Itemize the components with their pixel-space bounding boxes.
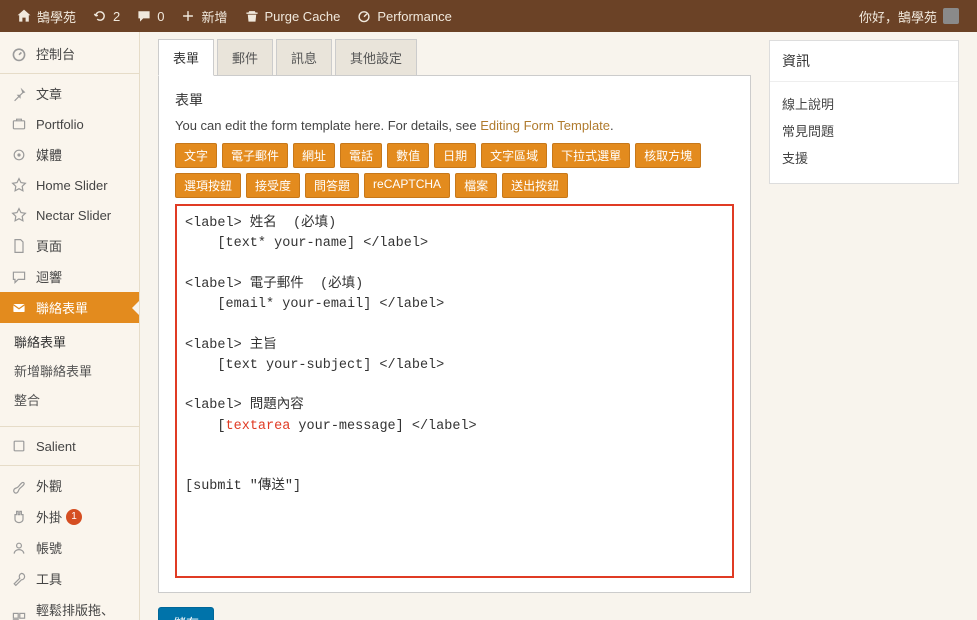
toolbar-performance[interactable]: Performance	[348, 0, 459, 32]
tag-button[interactable]: 網址	[293, 143, 335, 168]
menu-dashboard[interactable]: 控制台	[0, 38, 139, 69]
code-highlight-box: <label> 姓名 (必填) [text* your-name] </labe…	[175, 204, 734, 578]
star-icon	[10, 176, 28, 194]
tag-button[interactable]: 核取方塊	[635, 143, 701, 168]
submenu-cf-add[interactable]: 新增聯絡表單	[0, 356, 139, 385]
admin-toolbar: 鵠學苑 2 0 新增 Purge Cache Performance 你好，鵠學…	[0, 0, 977, 32]
pin-icon	[10, 85, 28, 103]
media-icon	[10, 146, 28, 164]
info-box-title: 資訊	[770, 41, 958, 82]
tag-generator-row: 文字電子郵件網址電話數值日期文字區域下拉式選單核取方塊選項按鈕接受度問答題reC…	[175, 143, 734, 198]
form-template-textarea[interactable]: <label> 姓名 (必填) [text* your-name] </labe…	[177, 206, 732, 576]
menu-plugins[interactable]: 外掛1	[0, 501, 139, 532]
tag-button[interactable]: 數值	[387, 143, 429, 168]
add-new-label: 新增	[201, 7, 227, 26]
tag-button[interactable]: 文字	[175, 143, 217, 168]
toolbar-home[interactable]: 鵠學苑	[8, 0, 84, 32]
dashboard-icon	[10, 45, 28, 63]
menu-contact-forms[interactable]: 聯絡表單	[0, 292, 139, 323]
menu-media[interactable]: 媒體	[0, 139, 139, 170]
tag-button[interactable]: 送出按鈕	[502, 173, 568, 198]
submenu-cf-integrate[interactable]: 整合	[0, 385, 139, 414]
comment-icon	[136, 8, 152, 24]
toolbar-refresh[interactable]: 2	[84, 0, 128, 32]
menu-responses[interactable]: 迴響	[0, 261, 139, 292]
toolbar-greeting[interactable]: 你好，鵠學苑	[849, 7, 969, 26]
toolbar-comments[interactable]: 0	[128, 0, 172, 32]
mail-icon	[10, 299, 28, 317]
wrench-icon	[10, 570, 28, 588]
user-icon	[10, 539, 28, 557]
tag-button[interactable]: 選項按鈕	[175, 173, 241, 198]
info-links: 線上說明常見問題支援	[770, 82, 958, 183]
tag-button[interactable]: 問答題	[305, 173, 359, 198]
tag-button[interactable]: 接受度	[246, 173, 300, 198]
gauge-icon	[356, 8, 372, 24]
portfolio-icon	[10, 115, 28, 133]
tab-messages[interactable]: 訊息	[276, 39, 332, 76]
panel-heading: 表單	[175, 90, 734, 110]
submenu-contact-forms: 聯絡表單 新增聯絡表單 整合	[0, 323, 139, 422]
menu-dragdrop[interactable]: 輕鬆排版拖、拉、酷！	[0, 594, 139, 620]
info-link[interactable]: 支援	[782, 144, 946, 171]
avatar-icon	[943, 8, 959, 24]
trash-icon	[244, 8, 260, 24]
info-box: 資訊 線上說明常見問題支援	[769, 40, 959, 184]
plugin-icon	[10, 508, 28, 526]
tag-button[interactable]: 電話	[340, 143, 382, 168]
toolbar-add-new[interactable]: 新增	[172, 0, 235, 32]
save-button[interactable]: 儲存	[158, 607, 214, 620]
plus-icon	[180, 8, 196, 24]
comment-icon	[10, 268, 28, 286]
menu-users[interactable]: 帳號	[0, 532, 139, 563]
info-link[interactable]: 常見問題	[782, 117, 946, 144]
menu-appearance[interactable]: 外觀	[0, 465, 139, 501]
menu-salient[interactable]: Salient	[0, 426, 139, 461]
submenu-cf-list[interactable]: 聯絡表單	[0, 327, 139, 356]
brush-icon	[10, 477, 28, 495]
tag-button[interactable]: 檔案	[455, 173, 497, 198]
panel-description: You can edit the form template here. For…	[175, 118, 734, 133]
comments-count: 0	[157, 9, 164, 24]
desc-link[interactable]: Editing Form Template	[480, 118, 610, 133]
menu-home-slider[interactable]: Home Slider	[0, 170, 139, 200]
info-link[interactable]: 線上說明	[782, 90, 946, 117]
menu-pages[interactable]: 頁面	[0, 230, 139, 261]
content-area: 表單 郵件 訊息 其他設定 表單 You can edit the form t…	[140, 32, 977, 620]
home-icon	[16, 8, 32, 24]
tag-button[interactable]: 日期	[434, 143, 476, 168]
admin-sidebar: 控制台 文章 Portfolio 媒體 Home Slider Nectar S…	[0, 32, 140, 620]
site-name: 鵠學苑	[37, 7, 76, 26]
page-icon	[10, 237, 28, 255]
menu-portfolio[interactable]: Portfolio	[0, 109, 139, 139]
performance-label: Performance	[377, 9, 451, 24]
tab-other[interactable]: 其他設定	[335, 39, 417, 76]
tab-form[interactable]: 表單	[158, 39, 214, 76]
menu-posts[interactable]: 文章	[0, 73, 139, 109]
theme-icon	[10, 437, 28, 455]
layout-icon	[10, 610, 28, 620]
refresh-icon	[92, 8, 108, 24]
tag-button[interactable]: 下拉式選單	[552, 143, 630, 168]
refresh-count: 2	[113, 9, 120, 24]
menu-tools[interactable]: 工具	[0, 563, 139, 594]
greeting-text: 你好，鵠學苑	[859, 7, 937, 26]
purge-cache-label: Purge Cache	[265, 9, 341, 24]
plugins-badge: 1	[66, 509, 82, 525]
toolbar-purge-cache[interactable]: Purge Cache	[236, 0, 349, 32]
tab-bar: 表單 郵件 訊息 其他設定	[158, 38, 751, 75]
tag-button[interactable]: 文字區域	[481, 143, 547, 168]
star-icon	[10, 206, 28, 224]
tag-button[interactable]: 電子郵件	[222, 143, 288, 168]
menu-nectar-slider[interactable]: Nectar Slider	[0, 200, 139, 230]
tag-button[interactable]: reCAPTCHA	[364, 173, 450, 198]
tab-mail[interactable]: 郵件	[217, 39, 273, 76]
form-panel: 表單 You can edit the form template here. …	[158, 75, 751, 593]
